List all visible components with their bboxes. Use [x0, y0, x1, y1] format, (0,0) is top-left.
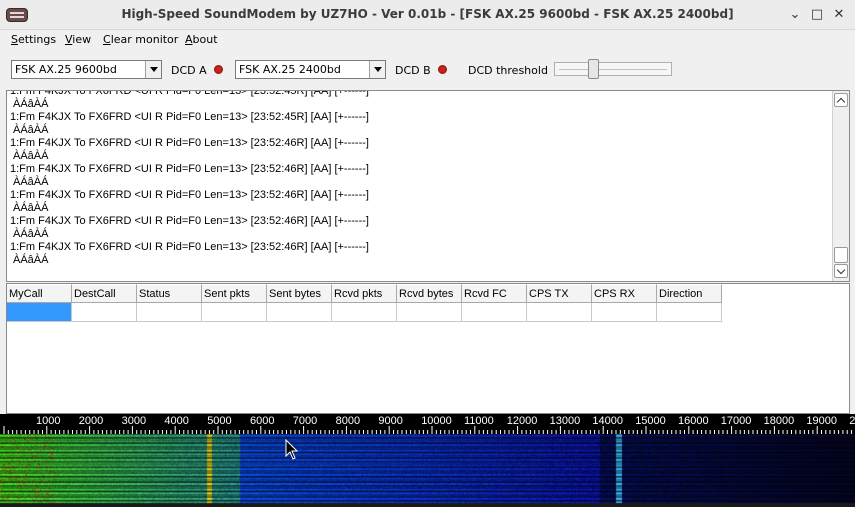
dcd-threshold-slider-thumb[interactable]	[588, 59, 600, 79]
ruler-label: 15000	[635, 415, 666, 427]
ruler-label: 14000	[592, 415, 623, 427]
dcd-b-label: DCD B	[395, 64, 431, 77]
monitor-packet-line: 1:Fm F4KJX To FX6FRD <UI R Pid=F0 Len=13…	[10, 215, 369, 227]
dcd-threshold-slider[interactable]	[554, 62, 672, 76]
grid-cell[interactable]	[267, 303, 332, 322]
title-bar[interactable]: High-Speed SoundModem by UZ7HO - Ver 0.0…	[0, 0, 855, 30]
grid-cell[interactable]	[462, 303, 527, 322]
ruler-label: 1000	[36, 415, 61, 427]
window-title: High-Speed SoundModem by UZ7HO - Ver 0.0…	[121, 7, 734, 21]
ruler-label: 17000	[720, 415, 752, 427]
menu-clear-label: lear monitor	[110, 33, 179, 46]
maximize-button[interactable]: □	[808, 6, 826, 24]
chevron-down-icon[interactable]	[369, 61, 385, 78]
modem-b-value: FSK AX.25 2400bd	[239, 63, 341, 76]
column-header[interactable]: Sent pkts	[202, 284, 267, 303]
grid-cell[interactable]	[332, 303, 397, 322]
menu-settings-label: ettings	[17, 33, 57, 46]
column-header[interactable]: Rcvd bytes	[397, 284, 462, 303]
monitor-payload-line: ÀÁâÀÁ	[13, 254, 49, 266]
grid-cell[interactable]	[592, 303, 657, 322]
monitor-payload-line: ÀÁâÀÁ	[13, 98, 49, 110]
monitor-lines: 1:Fm F4KJX To FX6FRD <UI R Pid=F0 Len=13…	[10, 90, 830, 267]
ruler-label: 8000	[335, 415, 361, 427]
menu-bar: Settings View Clear monitor About	[0, 30, 855, 51]
mouse-cursor-icon	[285, 439, 299, 460]
dcd-b-indicator	[438, 65, 447, 74]
ruler-label: 7000	[292, 415, 318, 427]
close-button[interactable]: ✕	[830, 6, 848, 24]
monitor-packet-line: 1:Fm F4KJX To FX6FRD <UI R Pid=F0 Len=13…	[10, 163, 369, 175]
menu-about-label: bout	[192, 33, 218, 46]
monitor-payload-line: ÀÁâÀÁ	[13, 124, 49, 136]
ruler-label: 13000	[549, 415, 581, 427]
column-header[interactable]: Direction	[657, 284, 722, 303]
scroll-down-icon[interactable]	[834, 264, 848, 278]
column-header[interactable]: DestCall	[72, 284, 137, 303]
monitor-payload-line: ÀÁâÀÁ	[13, 150, 49, 162]
column-header[interactable]: Status	[137, 284, 202, 303]
column-header[interactable]: Sent bytes	[267, 284, 332, 303]
modem-a-value: FSK AX.25 9600bd	[15, 63, 117, 76]
ruler-label: 9000	[378, 415, 403, 427]
monitor-panel[interactable]: 1:Fm F4KJX To FX6FRD <UI R Pid=F0 Len=13…	[6, 90, 850, 282]
monitor-packet-line: 1:Fm F4KJX To FX6FRD <UI R Pid=F0 Len=13…	[10, 189, 369, 201]
monitor-payload-line: ÀÁâÀÁ	[13, 176, 49, 188]
grid-cell[interactable]	[202, 303, 267, 322]
grid-cell[interactable]	[527, 303, 592, 322]
dcd-a-indicator	[214, 65, 223, 74]
ruler-label: 5000	[207, 415, 232, 427]
frequency-ruler: 1000 2000 3000 4000 5000 6000 7000 8000 9000 1000…	[0, 414, 855, 434]
monitor-payload-line: ÀÁâÀÁ	[13, 228, 49, 240]
grid-cell[interactable]	[7, 303, 72, 322]
menu-about-accel: A	[185, 33, 193, 46]
ruler-label: 3000	[121, 415, 147, 427]
grid-cell[interactable]	[137, 303, 202, 322]
monitor-payload-line: ÀÁâÀÁ	[13, 202, 49, 214]
dcd-threshold-label: DCD threshold	[468, 64, 548, 77]
menu-view[interactable]: View	[65, 33, 91, 46]
ruler-label: 11000	[464, 415, 494, 427]
column-header[interactable]: CPS RX	[592, 284, 657, 303]
ruler-label: 4000	[164, 415, 189, 427]
ruler-label: 6000	[250, 415, 275, 427]
monitor-packet-line: 1:Fm F4KJX To FX6FRD <UI R Pid=F0 Len=13…	[10, 137, 369, 149]
scrollbar-thumb[interactable]	[834, 247, 848, 263]
column-header[interactable]: CPS TX	[527, 284, 592, 303]
chevron-down-icon[interactable]	[145, 61, 161, 78]
column-header[interactable]: Rcvd pkts	[332, 284, 397, 303]
grid-cell[interactable]	[657, 303, 722, 322]
column-header[interactable]: MyCall	[7, 284, 72, 303]
modem-a-select[interactable]: FSK AX.25 9600bd	[11, 60, 162, 79]
waterfall-display[interactable]	[0, 434, 855, 507]
connections-grid[interactable]: MyCall DestCall Status Sent pkts Sent bytes R…	[6, 283, 850, 414]
ruler-label: 2000	[78, 415, 104, 427]
dcd-a-label: DCD A	[171, 64, 207, 77]
monitor-packet-line: 1:Fm F4KJX To FX6FRD <UI R Pid=F0 Len=13…	[10, 241, 369, 253]
ruler-label: 2	[849, 415, 855, 427]
menu-settings[interactable]: Settings	[11, 33, 56, 46]
ruler-label: 12000	[506, 415, 538, 427]
ruler-label: 18000	[763, 415, 795, 427]
minimize-button[interactable]: ⌄	[786, 6, 804, 24]
scroll-up-icon[interactable]	[834, 93, 848, 107]
ruler-label: 19000	[806, 415, 837, 427]
modem-b-select[interactable]: FSK AX.25 2400bd	[235, 60, 386, 79]
ruler-label: 16000	[678, 415, 709, 427]
column-header[interactable]: Rcvd FC	[462, 284, 527, 303]
monitor-packet-line: 1:Fm F4KJX To FX6FRD <UI R Pid=F0 Len=13…	[10, 90, 369, 97]
monitor-scrollbar[interactable]	[832, 91, 849, 281]
menu-about[interactable]: About	[185, 33, 218, 46]
ruler-label: 10000	[421, 415, 452, 427]
menu-clear-accel: C	[103, 33, 111, 46]
menu-settings-accel: S	[11, 33, 18, 46]
menu-clear-monitor[interactable]: Clear monitor	[103, 33, 178, 46]
grid-cell[interactable]	[72, 303, 137, 322]
grid-cell[interactable]	[397, 303, 462, 322]
menu-view-label: iew	[72, 33, 92, 46]
monitor-packet-line: 1:Fm F4KJX To FX6FRD <UI R Pid=F0 Len=13…	[10, 111, 369, 123]
